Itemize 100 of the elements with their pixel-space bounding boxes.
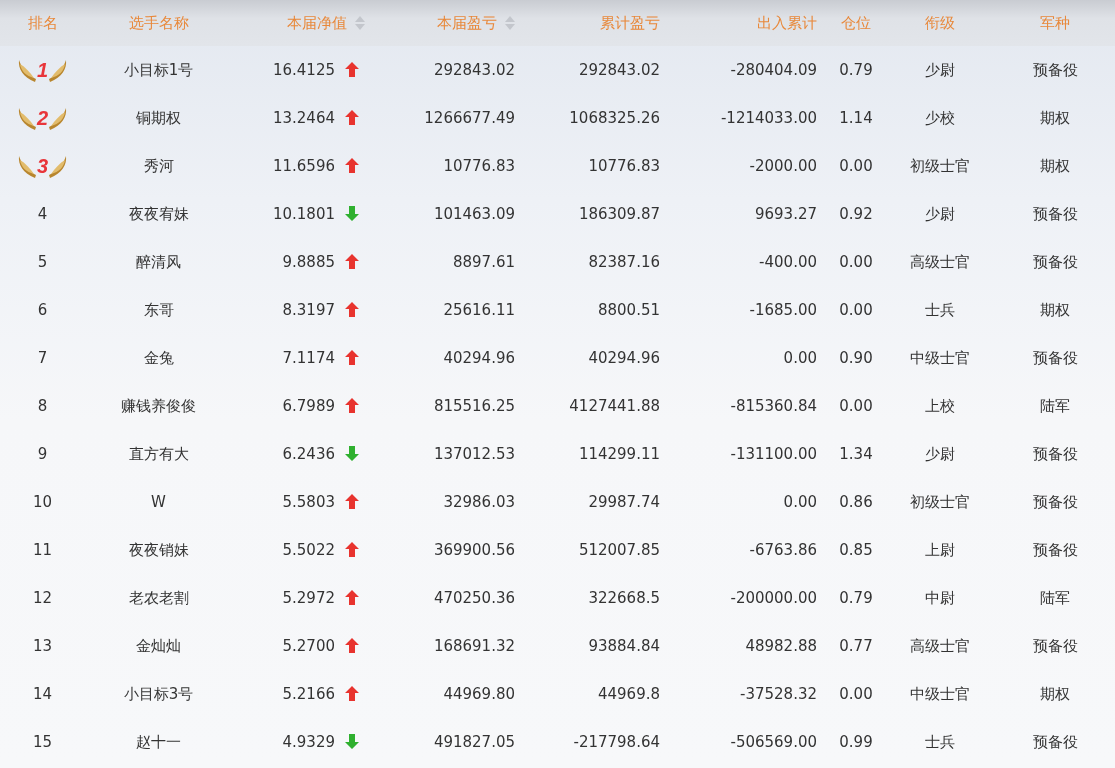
rank-number: 11 xyxy=(32,540,53,559)
column-header: 仓位 xyxy=(841,13,871,32)
net-value: 5.5022 xyxy=(282,540,335,559)
net-flow-value: -6763.86 xyxy=(749,540,817,559)
column-header[interactable]: 本届净值 xyxy=(287,13,347,32)
net-flow-value: 48982.88 xyxy=(745,636,817,655)
column-header[interactable]: 本届盈亏 xyxy=(437,13,497,32)
net-flow-value: -131100.00 xyxy=(730,444,817,463)
rank-title: 高级士官 xyxy=(910,636,970,655)
total-profit-value: 93884.84 xyxy=(588,636,660,655)
rank-number: 9 xyxy=(37,444,48,463)
branch-name: 陆军 xyxy=(1040,588,1070,607)
net-value: 4.9329 xyxy=(282,732,335,751)
net-value: 16.4125 xyxy=(272,60,335,79)
branch-name: 预备役 xyxy=(1032,636,1078,655)
total-profit-value: 40294.96 xyxy=(588,348,660,367)
branch-name: 预备役 xyxy=(1032,444,1078,463)
net-flow-value: -200000.00 xyxy=(730,588,817,607)
position-value: 0.00 xyxy=(839,684,873,703)
net-flow-value: 9693.27 xyxy=(754,204,817,223)
player-name: 醉清风 xyxy=(136,252,181,271)
rank-number: 12 xyxy=(32,588,53,607)
player-name: 夜夜销妹 xyxy=(128,540,189,559)
column-header: 出入累计 xyxy=(757,13,817,32)
branch-name: 预备役 xyxy=(1032,540,1078,559)
branch-name: 陆军 xyxy=(1040,396,1070,415)
player-name: 小目标1号 xyxy=(123,60,194,79)
rank-number: 2 xyxy=(36,106,49,131)
sort-icon[interactable] xyxy=(505,16,515,31)
rank-title: 中尉 xyxy=(925,588,955,607)
column-header: 累计盈亏 xyxy=(600,13,660,32)
player-name: W xyxy=(151,492,166,511)
net-value: 7.1174 xyxy=(282,348,335,367)
net-value: 5.2166 xyxy=(282,684,335,703)
player-name: 夜夜宥妹 xyxy=(128,204,189,223)
net-flow-value: -37528.32 xyxy=(740,684,817,703)
rank-title: 士兵 xyxy=(925,300,955,319)
total-profit-value: 114299.11 xyxy=(578,444,660,463)
column-header: 选手名称 xyxy=(128,13,189,32)
branch-name: 预备役 xyxy=(1032,60,1078,79)
total-profit-value: 322668.5 xyxy=(588,588,660,607)
player-name: 赚钱养俊俊 xyxy=(121,396,196,415)
net-value: 5.2972 xyxy=(282,588,335,607)
net-value: 13.2464 xyxy=(272,108,335,127)
profit-value: 369900.56 xyxy=(433,540,515,559)
net-flow-value: 0.00 xyxy=(783,348,817,367)
rank-number: 7 xyxy=(37,348,48,367)
position-value: 0.79 xyxy=(839,588,873,607)
total-profit-value: 29987.74 xyxy=(588,492,660,511)
position-value: 1.14 xyxy=(839,108,873,127)
position-value: 0.99 xyxy=(839,732,873,751)
rank-title: 士兵 xyxy=(925,732,955,751)
profit-value: 32986.03 xyxy=(443,492,515,511)
rank-title: 上校 xyxy=(925,396,955,415)
player-name: 秀河 xyxy=(143,156,174,175)
profit-value: 44969.80 xyxy=(443,684,515,703)
rank-title: 少校 xyxy=(925,108,955,127)
branch-name: 预备役 xyxy=(1032,492,1078,511)
net-flow-value: -1685.00 xyxy=(749,300,817,319)
branch-name: 预备役 xyxy=(1032,204,1078,223)
total-profit-value: -217798.64 xyxy=(573,732,660,751)
profit-value: 292843.02 xyxy=(433,60,515,79)
net-value: 10.1801 xyxy=(272,204,335,223)
rank-number: 5 xyxy=(37,252,48,271)
branch-name: 预备役 xyxy=(1032,252,1078,271)
branch-name: 预备役 xyxy=(1032,348,1078,367)
rank-title: 少尉 xyxy=(925,444,955,463)
rank-title: 少尉 xyxy=(925,204,955,223)
total-profit-value: 4127441.88 xyxy=(569,396,660,415)
position-value: 0.77 xyxy=(839,636,873,655)
column-header: 衔级 xyxy=(925,13,955,32)
net-value: 5.5803 xyxy=(282,492,335,511)
player-name: 直方有大 xyxy=(128,444,189,463)
position-value: 0.86 xyxy=(839,492,873,511)
player-name: 小目标3号 xyxy=(123,684,194,703)
branch-name: 期权 xyxy=(1040,108,1070,127)
total-profit-value: 1068325.26 xyxy=(569,108,660,127)
position-value: 0.00 xyxy=(839,156,873,175)
total-profit-value: 186309.87 xyxy=(578,204,660,223)
profit-value: 25616.11 xyxy=(443,300,515,319)
branch-name: 期权 xyxy=(1040,684,1070,703)
total-profit-value: 10776.83 xyxy=(588,156,660,175)
net-value: 6.2436 xyxy=(282,444,335,463)
rank-title: 少尉 xyxy=(925,60,955,79)
branch-name: 期权 xyxy=(1040,300,1070,319)
profit-value: 815516.25 xyxy=(433,396,515,415)
rank-number: 8 xyxy=(37,396,48,415)
sort-icon[interactable] xyxy=(355,16,365,31)
rank-title: 上尉 xyxy=(925,540,955,559)
total-profit-value: 292843.02 xyxy=(578,60,660,79)
total-profit-value: 82387.16 xyxy=(588,252,660,271)
position-value: 0.85 xyxy=(839,540,873,559)
profit-value: 168691.32 xyxy=(433,636,515,655)
rank-title: 中级士官 xyxy=(910,348,970,367)
rank-number: 6 xyxy=(37,300,48,319)
position-value: 0.00 xyxy=(839,300,873,319)
column-header: 军种 xyxy=(1040,13,1070,32)
player-name: 金灿灿 xyxy=(136,636,181,655)
player-name: 赵十一 xyxy=(136,732,181,751)
rank-number: 14 xyxy=(32,684,53,703)
